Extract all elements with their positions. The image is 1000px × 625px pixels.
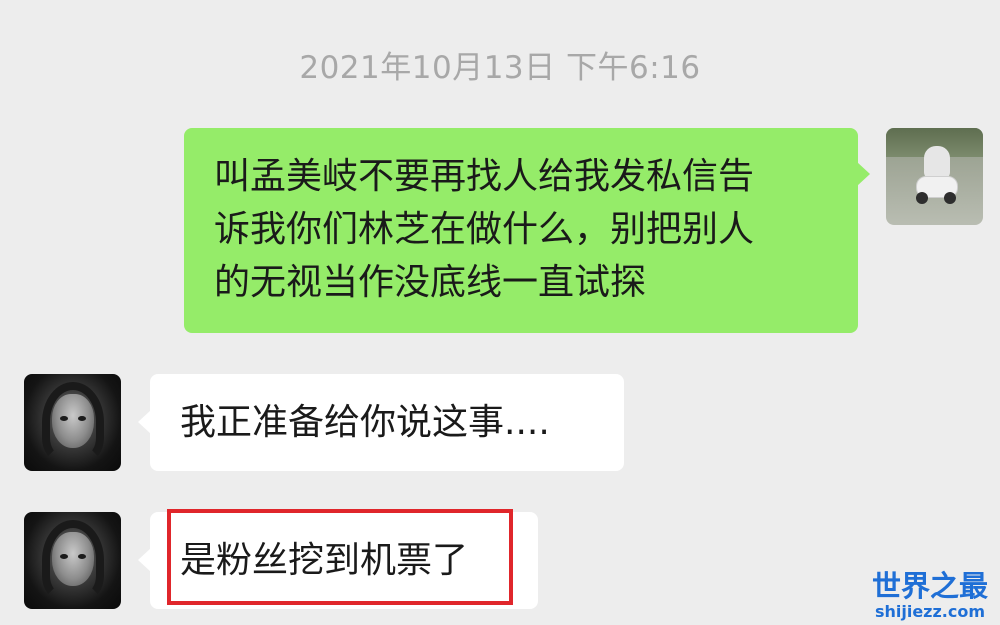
message-text: 是粉丝挖到机票了 bbox=[180, 540, 469, 581]
message-text-line: 的无视当作没底线一直试探 bbox=[214, 262, 647, 303]
message-text-line: 叫孟美岐不要再找人给我发私信告 bbox=[214, 156, 755, 197]
avatar-eye bbox=[78, 416, 86, 421]
contact-avatar[interactable] bbox=[24, 374, 121, 471]
contact-avatar[interactable] bbox=[24, 512, 121, 609]
watermark: 世界之最 shijiezz.com bbox=[870, 569, 990, 621]
chat-timestamp: 2021年10月13日 下午6:16 bbox=[299, 50, 701, 86]
avatar-rider bbox=[924, 146, 950, 180]
watermark-url: shijiezz.com bbox=[874, 602, 986, 621]
watermark-title: 世界之最 bbox=[871, 569, 988, 603]
message-bubble-other[interactable]: 我正准备给你说这事.... bbox=[138, 374, 624, 471]
avatar-eye bbox=[60, 554, 68, 559]
avatar-face bbox=[52, 532, 94, 586]
message-bubble-other[interactable]: 是粉丝挖到机票了 bbox=[138, 512, 538, 609]
avatar-wheel bbox=[944, 192, 956, 204]
avatar-eye bbox=[60, 416, 68, 421]
message-text-line: 诉我你们林芝在做什么，别把别人 bbox=[214, 209, 755, 250]
message-bubble-self[interactable]: 叫孟美岐不要再找人给我发私信告 诉我你们林芝在做什么，别把别人 的无视当作没底线… bbox=[184, 128, 870, 333]
self-avatar[interactable] bbox=[886, 128, 983, 225]
avatar-face bbox=[52, 394, 94, 448]
avatar-wheel bbox=[916, 192, 928, 204]
message-text: 我正准备给你说这事.... bbox=[180, 402, 550, 443]
avatar-eye bbox=[78, 554, 86, 559]
